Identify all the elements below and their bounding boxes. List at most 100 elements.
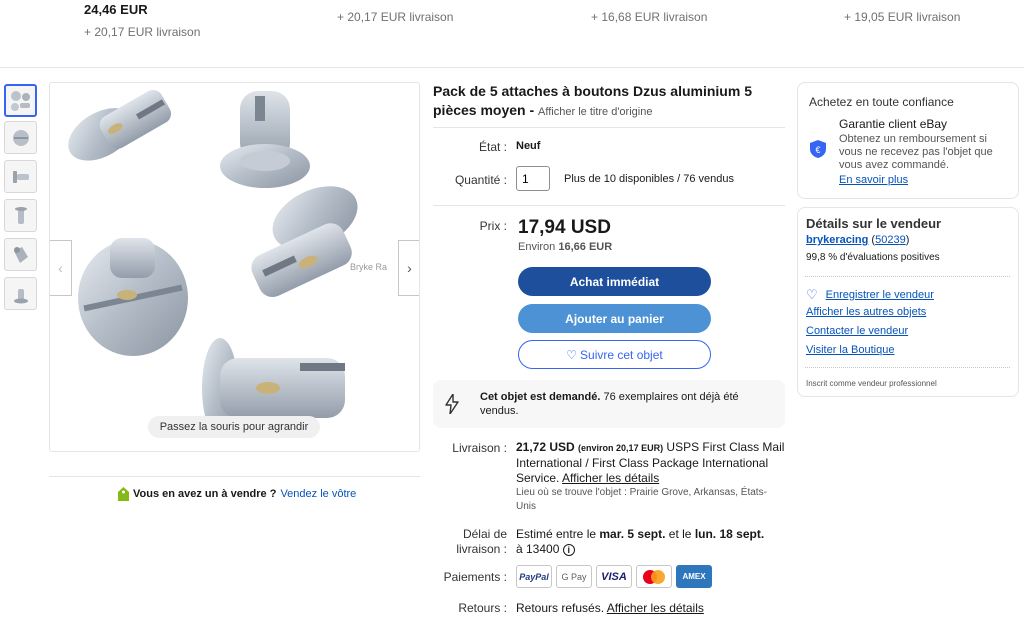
seller-registration: Inscrit comme vendeur professionnel [806,379,937,388]
delivery-label-line1: Délai de [462,527,507,541]
divider [433,127,785,128]
hover-zoom-hint: Passez la souris pour agrandir [148,416,320,438]
availability-text: Plus de 10 disponibles / 76 vendus [564,173,735,185]
buyer-protection-card: Achetez en toute confiance € Garantie cl… [797,82,1019,199]
quantity-label: Quantité : [454,173,507,187]
visa-icon: VISA [596,565,632,588]
visit-store-link[interactable]: Visiter la Boutique [806,344,894,356]
divider [433,205,785,206]
listing-title: Pack de 5 attaches à boutons Dzus alumin… [433,82,763,122]
seller-identity: brykeracing (50239) [806,234,910,246]
delivery-prefix: Estimé entre le [516,527,597,541]
seller-positive: 99,8 % d'évaluations positives [806,252,940,263]
price-value: 17,94 USD [518,217,611,238]
returns-text: Retours refusés. [516,601,605,615]
fastener-thumbnail-icon [12,129,29,146]
fastener-thumbnail-icon [13,246,28,263]
divider [805,367,1010,368]
returns-info: Retours refusés. Afficher les détails [516,601,704,615]
save-seller-link[interactable]: Enregistrer le vendeur [826,289,934,301]
dzus-fasteners-image: Bryke Ra [68,89,387,438]
shipping-approx: (environ 20,17 EUR) [578,443,664,453]
thumbnail-5[interactable] [4,238,37,271]
mastercard-icon [636,565,672,588]
lightning-icon [445,393,459,419]
guarantee-title: Garantie client eBay [839,117,948,131]
sell-prompt: Vous en avez un à vendre ? Vendez le vôt… [118,487,356,501]
seller-name-link[interactable]: brykeracing [806,234,868,246]
chevron-right-icon: › [407,260,412,276]
high-demand-banner: Cet objet est demandé. 76 exemplaires on… [433,380,785,428]
condition-value: Neuf [516,140,541,152]
sell-yours-link[interactable]: Vendez le vôtre [280,488,356,500]
related-items-strip: 24,46 EUR + 20,17 EUR livraison + 20,17 … [0,0,1024,68]
fastener-thumbnail-icon [14,206,27,224]
heart-icon: ♡ [566,347,578,362]
thumbnail-1[interactable] [4,84,37,117]
item-location: Lieu où se trouve l'objet : Prairie Grov… [516,487,767,512]
demand-bold: Cet objet est demandé. [480,391,601,403]
divider [805,276,1010,277]
delivery-from: mar. 5 sept. [599,527,666,541]
divider [49,476,420,477]
feedback-score-link[interactable]: 50239 [875,234,906,246]
tag-icon [118,487,129,501]
quantity-input[interactable] [516,166,550,191]
paypal-icon: PayPal [516,565,552,588]
condition-label: État : [478,140,507,154]
google-pay-icon: G Pay [556,565,592,588]
heart-icon: ♡ [806,287,818,302]
price-approx: Environ 16,66 EUR [518,241,612,253]
buy-now-button[interactable]: Achat immédiat [518,267,711,296]
watch-item-label: Suivre cet objet [580,347,663,362]
payments-label: Paiements : [443,570,507,584]
watch-item-button[interactable]: ♡ Suivre cet objet [518,340,711,369]
add-to-cart-button[interactable]: Ajouter au panier [518,304,711,333]
shipping-label: Livraison : [452,441,507,455]
prev-image-button[interactable]: ‹ [50,240,72,296]
returns-label: Retours : [458,601,507,615]
price-label: Prix : [479,219,507,233]
delivery-and: et le [668,527,692,541]
related-item-shipping: + 19,05 EUR livraison [844,10,961,24]
shield-euro-icon: € [810,140,826,158]
thumbnail-3[interactable] [4,160,37,193]
related-item-shipping: + 20,17 EUR livraison [337,10,454,24]
next-image-button[interactable]: › [398,240,419,296]
related-item-price[interactable]: 24,46 EUR [84,2,148,17]
trust-heading: Achetez en toute confiance [809,95,954,109]
original-title-link[interactable]: Afficher le titre d'origine [538,106,652,118]
svg-text:€: € [815,145,820,155]
contact-seller-link[interactable]: Contacter le vendeur [806,325,908,337]
thumbnail-6[interactable] [4,277,37,310]
delivery-label-line2: livraison : [456,542,507,556]
sell-prompt-text: Vous en avez un à vendre ? [133,488,277,500]
shipping-info: 21,72 USD (environ 20,17 EUR) USPS First… [516,440,786,486]
delivery-to: lun. 18 sept. [694,527,765,541]
info-icon[interactable]: i [562,544,575,556]
demand-message: Cet objet est demandé. 76 exemplaires on… [480,390,760,418]
main-product-image[interactable]: Bryke Ra ‹ › [49,82,420,452]
delivery-suffix: à 13400 [516,542,560,556]
related-item-shipping: + 20,17 EUR livraison [84,25,201,39]
thumbnail-4[interactable] [4,199,37,232]
save-seller-row[interactable]: ♡ Enregistrer le vendeur [806,287,934,303]
price-approx-prefix: Environ [518,241,556,253]
returns-details-link[interactable]: Afficher les détails [607,601,704,615]
learn-more-link[interactable]: En savoir plus [839,174,908,186]
fastener-thumbnail-icon [10,90,30,111]
amex-icon: AMEX [676,565,712,588]
shipping-price: 21,72 USD [516,440,575,454]
related-item-shipping: + 16,68 EUR livraison [591,10,708,24]
seller-heading: Détails sur le vendeur [806,216,942,231]
price-approx-value: 16,66 EUR [558,241,613,253]
fastener-thumbnail-icon [12,170,29,183]
thumbnail-2[interactable] [4,121,37,154]
delivery-label: Délai de livraison : [433,527,507,557]
chevron-left-icon: ‹ [58,260,63,276]
guarantee-text: Obtenez un remboursement si vous ne rece… [839,133,993,171]
delivery-estimate: Estimé entre le mar. 5 sept. et le lun. … [516,527,771,557]
fastener-thumbnail-icon [13,288,28,303]
other-items-link[interactable]: Afficher les autres objets [806,306,926,318]
shipping-details-link[interactable]: Afficher les détails [562,471,659,485]
